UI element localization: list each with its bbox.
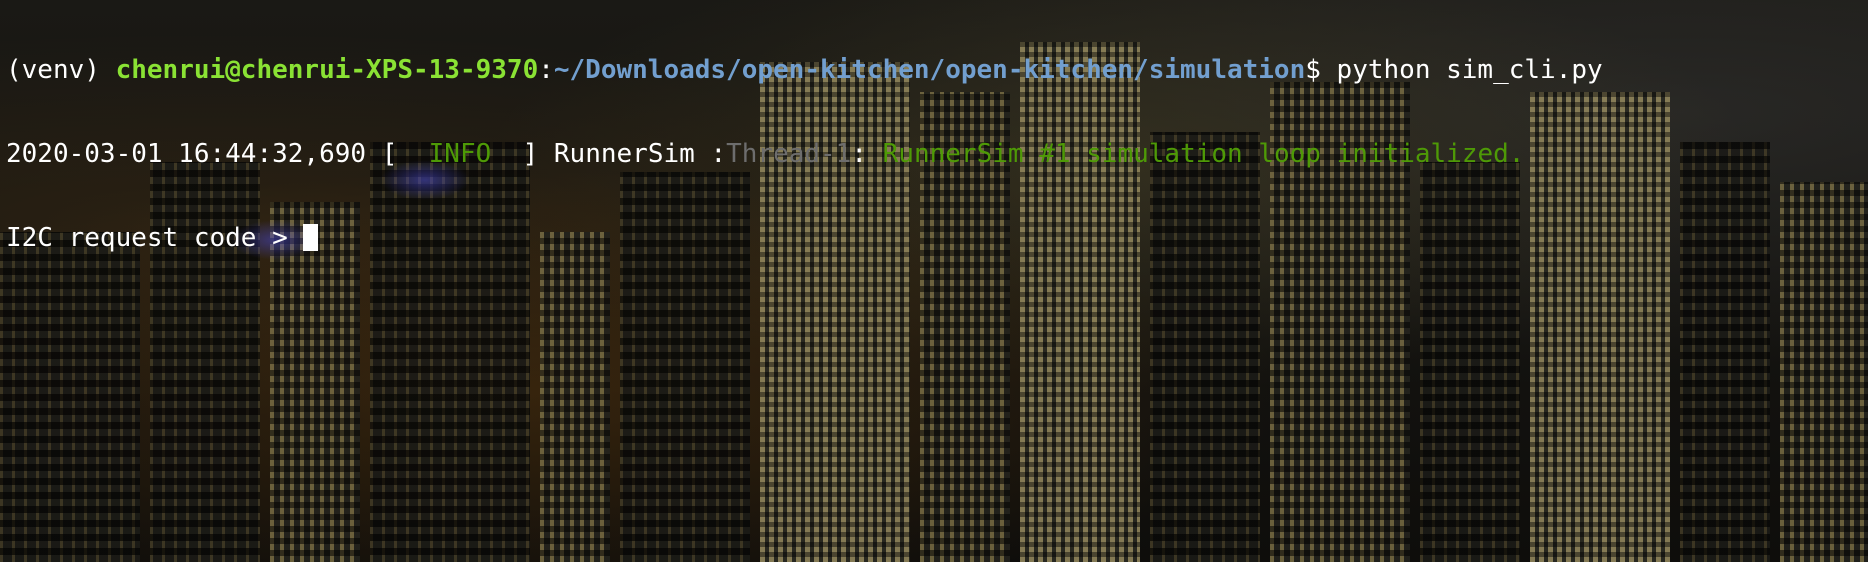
user-host: chenrui@chenrui-XPS-13-9370	[115, 55, 539, 85]
prompt-separator: :	[538, 55, 554, 85]
log-logger: RunnerSim	[553, 139, 695, 169]
terminal-window[interactable]: (venv) chenrui@chenrui-XPS-13-9370:~/Dow…	[0, 0, 1868, 562]
log-thread: Thread-1	[726, 139, 852, 169]
log-bracket-close: ]	[522, 139, 539, 169]
log-message: RunnerSim #1 simulation loop initialized…	[882, 139, 1525, 169]
command-text: python sim_cli.py	[1336, 55, 1603, 85]
log-level: INFO	[428, 139, 492, 169]
log-thread-sep: :	[851, 139, 867, 169]
log-bracket-open: [	[381, 139, 398, 169]
log-timestamp: 2020-03-01 16:44:32,690	[6, 139, 367, 169]
input-line[interactable]: I2C request code >	[6, 224, 1862, 252]
prompt-symbol: $	[1305, 55, 1321, 85]
cursor-block[interactable]	[303, 224, 319, 251]
venv-label: (venv)	[6, 55, 100, 85]
log-line: 2020-03-01 16:44:32,690 [ INFO ] RunnerS…	[6, 140, 1862, 168]
prompt-line: (venv) chenrui@chenrui-XPS-13-9370:~/Dow…	[6, 56, 1862, 84]
working-directory: ~/Downloads/open-kitchen/open-kitchen/si…	[553, 55, 1306, 85]
terminal-output: (venv) chenrui@chenrui-XPS-13-9370:~/Dow…	[0, 0, 1868, 308]
log-logger-sep: :	[710, 139, 727, 169]
input-prompt: I2C request code >	[6, 223, 288, 253]
